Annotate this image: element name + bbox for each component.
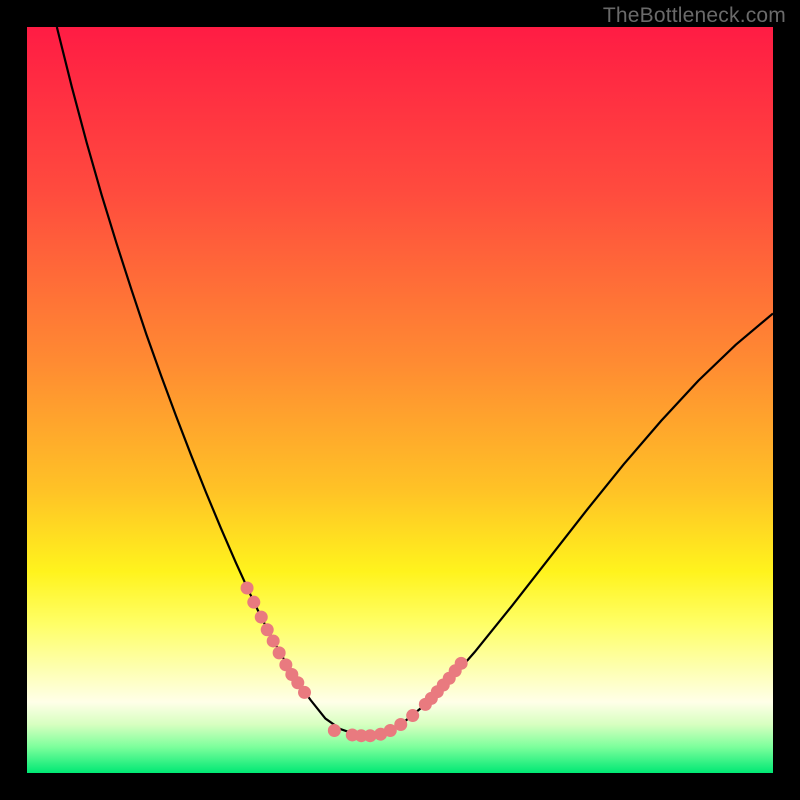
plot-background [27, 27, 773, 773]
watermark-text: TheBottleneck.com [603, 4, 786, 28]
highlight-dot [298, 686, 311, 699]
chart-stage: TheBottleneck.com [0, 0, 800, 800]
highlight-dot [255, 611, 268, 624]
highlight-dot [273, 646, 286, 659]
highlight-dot [394, 718, 407, 731]
highlight-dot [267, 634, 280, 647]
highlight-dot [241, 581, 254, 594]
highlight-dot [328, 724, 341, 737]
highlight-dot [247, 596, 260, 609]
bottleneck-chart [0, 0, 800, 800]
highlight-dot [455, 657, 468, 670]
highlight-dot [261, 623, 274, 636]
highlight-dot [406, 709, 419, 722]
